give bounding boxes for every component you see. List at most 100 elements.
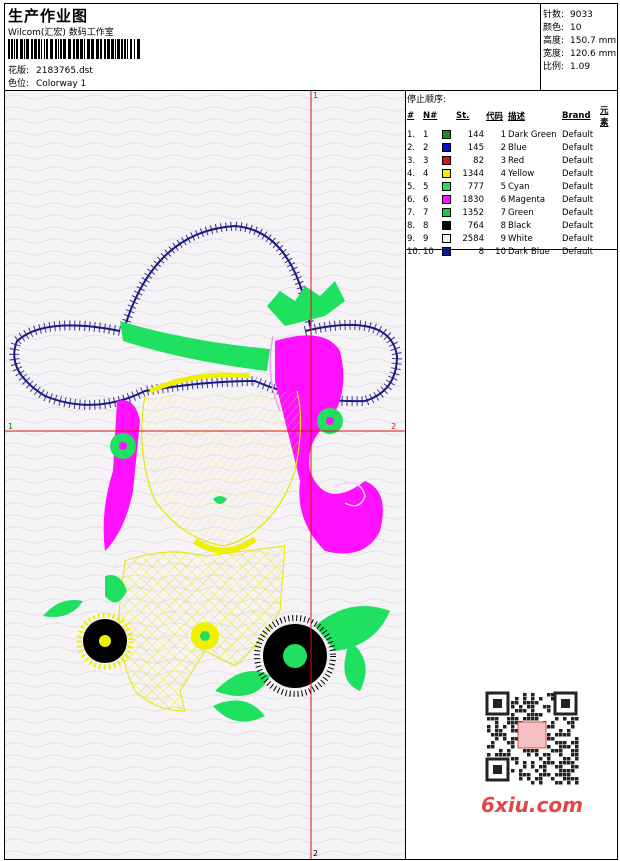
- row-brand: Default: [562, 207, 594, 218]
- col-index: #: [407, 111, 415, 121]
- color-swatch: [442, 181, 451, 191]
- row-needle: 1: [423, 129, 429, 140]
- row-description: Dark Blue: [508, 246, 550, 257]
- row-element: [599, 141, 617, 154]
- stat-colors: 颜色: 10: [543, 23, 582, 33]
- row-index: 9.: [407, 233, 416, 244]
- row-index: 8.: [407, 220, 416, 231]
- row-code: 9: [500, 233, 506, 244]
- design-canvas: [5, 91, 405, 859]
- row-stitches: 2584: [462, 233, 484, 244]
- row-index: 10.: [407, 246, 421, 257]
- barcode: [8, 39, 140, 59]
- design-file-value: 2183765.dst: [36, 66, 93, 76]
- row-code: 6: [500, 194, 506, 205]
- qr-code: [475, 687, 589, 787]
- color-table-row: 7. 7 1352 7 Green Default: [406, 206, 617, 219]
- color-swatch: [442, 142, 451, 152]
- row-description: Yellow: [508, 168, 535, 179]
- row-brand: Default: [562, 168, 594, 179]
- row-needle: 7: [423, 207, 429, 218]
- row-index: 3.: [407, 155, 416, 166]
- row-index: 1.: [407, 129, 416, 140]
- col-brand: Brand: [562, 111, 591, 121]
- row-needle: 9: [423, 233, 429, 244]
- color-table-row: 9. 9 2584 9 White Default: [406, 232, 617, 245]
- crosshair-marker-bottom: 2: [313, 849, 319, 858]
- row-brand: Default: [562, 155, 594, 166]
- studio-subtitle: Wilcom(汇宏) 数码工作室: [8, 28, 114, 38]
- stats-panel: 针数: 9033 颜色: 10 高度: 150.7 mm 宽度: 120.6 mm 比例…: [540, 4, 618, 90]
- crosshair-marker-right: 2: [391, 422, 397, 431]
- row-swatch: [441, 128, 455, 141]
- row-description: Blue: [508, 142, 527, 153]
- colorway-label: 色位:: [8, 79, 30, 89]
- stat-height: 高度: 150.7 mm: [543, 36, 617, 46]
- row-element: [599, 219, 617, 232]
- row-stitches: 144: [467, 129, 484, 140]
- row-element: [599, 167, 617, 180]
- row-code: 3: [500, 155, 506, 166]
- row-element: [599, 180, 617, 193]
- color-swatch: [442, 168, 451, 178]
- col-element: 元素: [600, 106, 609, 128]
- color-swatch: [442, 233, 451, 243]
- row-code: 5: [500, 181, 506, 192]
- color-table-row: 10. 10 8 10 Dark Blue Default: [406, 245, 617, 258]
- color-table-row: 1. 1 144 1 Dark Green Default: [406, 128, 617, 141]
- row-needle: 8: [423, 220, 429, 231]
- color-table-row: 8. 8 764 8 Black Default: [406, 219, 617, 232]
- row-code: 8: [500, 220, 506, 231]
- row-swatch: [441, 141, 455, 154]
- row-index: 6.: [407, 194, 416, 205]
- color-table-row: 6. 6 1830 6 Magenta Default: [406, 193, 617, 206]
- row-code: 10: [495, 246, 506, 257]
- row-swatch: [441, 167, 455, 180]
- col-description: 描述: [508, 112, 526, 122]
- production-sheet: 生产作业图 Wilcom(汇宏) 数码工作室 花版: 2183765.dst 色位…: [4, 3, 618, 860]
- stat-stitches: 针数: 9033: [543, 10, 593, 20]
- row-description: White: [508, 233, 533, 244]
- row-stitches: 1344: [462, 168, 484, 179]
- design-file-label: 花版:: [8, 66, 30, 76]
- row-swatch: [441, 245, 455, 258]
- row-code: 4: [500, 168, 506, 179]
- row-brand: Default: [562, 220, 594, 231]
- row-description: Black: [508, 220, 531, 231]
- row-element: [599, 245, 617, 258]
- row-brand: Default: [562, 194, 594, 205]
- row-index: 2.: [407, 142, 416, 153]
- row-brand: Default: [562, 181, 594, 192]
- col-code: 代码: [486, 112, 504, 122]
- row-needle: 2: [423, 142, 429, 153]
- colorway-line: 色位: Colorway 1: [8, 76, 86, 89]
- row-swatch: [441, 193, 455, 206]
- crosshair-marker-left: 1: [8, 422, 14, 431]
- row-description: Red: [508, 155, 525, 166]
- row-swatch: [441, 180, 455, 193]
- row-index: 5.: [407, 181, 416, 192]
- row-stitches: 8: [478, 246, 484, 257]
- row-element: [599, 154, 617, 167]
- row-stitches: 1352: [462, 207, 484, 218]
- embroidery-preview: 1 1 2 2: [5, 91, 406, 859]
- row-element: [599, 232, 617, 245]
- design-file-line: 花版: 2183765.dst: [8, 63, 93, 76]
- row-element: [599, 193, 617, 206]
- color-swatch: [442, 155, 451, 165]
- page-title: 生产作业图: [8, 7, 89, 25]
- row-description: Cyan: [508, 181, 530, 192]
- color-swatch: [442, 220, 451, 230]
- color-table: # N# St. 代码 描述 Brand 元素 1. 1 144 1 Dark Gree…: [406, 104, 617, 258]
- color-table-row: 4. 4 1344 4 Yellow Default: [406, 167, 617, 180]
- col-swatch: [441, 104, 455, 128]
- stat-scale: 比例: 1.09: [543, 62, 591, 72]
- row-swatch: [441, 219, 455, 232]
- row-brand: Default: [562, 142, 594, 153]
- crosshair-marker-top: 1: [313, 91, 319, 100]
- color-table-row: 2. 2 145 2 Blue Default: [406, 141, 617, 154]
- row-swatch: [441, 232, 455, 245]
- row-needle: 6: [423, 194, 429, 205]
- colorway-value: Colorway 1: [36, 79, 87, 89]
- color-swatch: [442, 246, 451, 256]
